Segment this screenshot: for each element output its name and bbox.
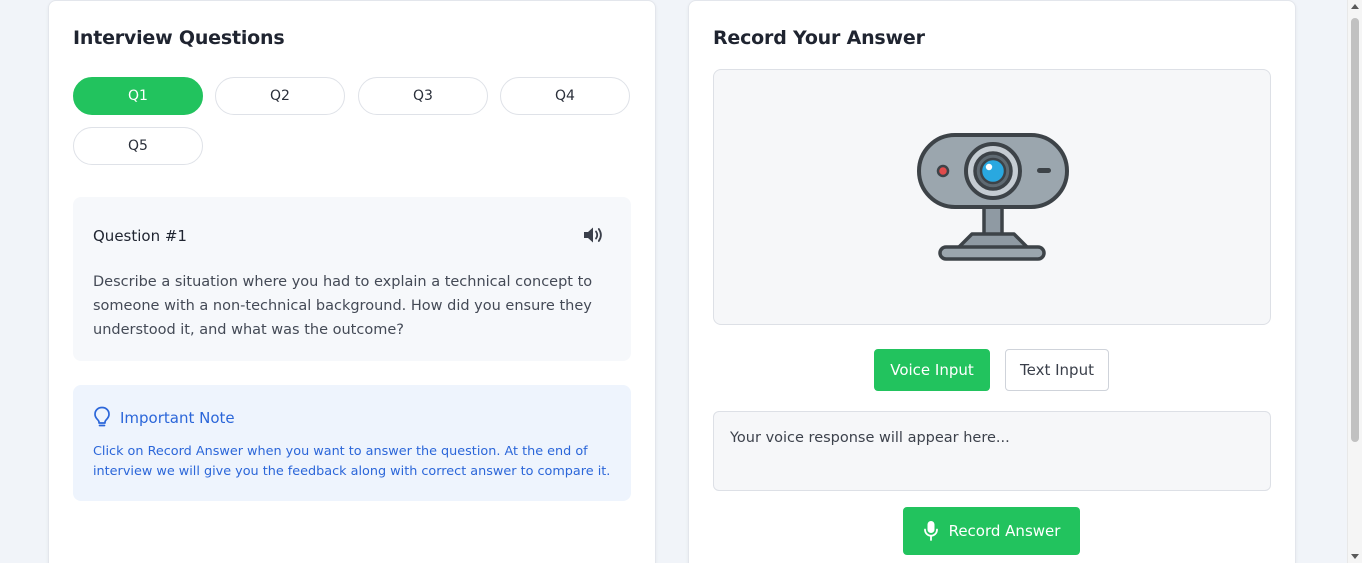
interview-questions-panel: Interview Questions Q1 Q2 Q3 Q4 Q5 Quest… <box>48 0 656 563</box>
tab-q2[interactable]: Q2 <box>215 77 345 115</box>
important-note-card: Important Note Click on Record Answer wh… <box>73 385 631 501</box>
questions-panel-title: Interview Questions <box>73 27 285 49</box>
note-title: Important Note <box>120 409 235 427</box>
microphone-icon <box>923 521 938 541</box>
tab-q3[interactable]: Q3 <box>358 77 488 115</box>
lightbulb-icon <box>94 406 110 427</box>
question-text: Describe a situation where you had to ex… <box>93 274 593 338</box>
scrollbar-thumb[interactable] <box>1351 18 1359 442</box>
text-input-button[interactable]: Text Input <box>1005 349 1109 391</box>
tab-q5[interactable]: Q5 <box>73 127 203 165</box>
response-placeholder: Your voice response will appear here... <box>730 430 1010 446</box>
question-card: Question #1 Describe a situation where y… <box>73 197 631 361</box>
question-heading: Question #1 <box>93 227 187 245</box>
speaker-icon[interactable] <box>583 226 605 244</box>
note-text: Click on Record Answer when you want to … <box>93 444 611 479</box>
tab-q4[interactable]: Q4 <box>500 77 630 115</box>
record-answer-label: Record Answer <box>948 522 1061 540</box>
webcam-preview <box>713 69 1271 325</box>
page-scrollbar[interactable] <box>1347 0 1362 563</box>
tab-q1[interactable]: Q1 <box>73 77 203 115</box>
record-answer-panel: Record Your Answer Voice Input Text Inpu… <box>688 0 1296 563</box>
webcam-icon <box>917 133 1069 261</box>
voice-input-button[interactable]: Voice Input <box>874 349 990 391</box>
scroll-up-arrow-icon[interactable] <box>1351 4 1359 9</box>
scroll-down-arrow-icon[interactable] <box>1351 554 1359 559</box>
answer-panel-title: Record Your Answer <box>713 27 925 49</box>
voice-response-box: Your voice response will appear here... <box>713 411 1271 491</box>
record-answer-button[interactable]: Record Answer <box>903 507 1080 555</box>
